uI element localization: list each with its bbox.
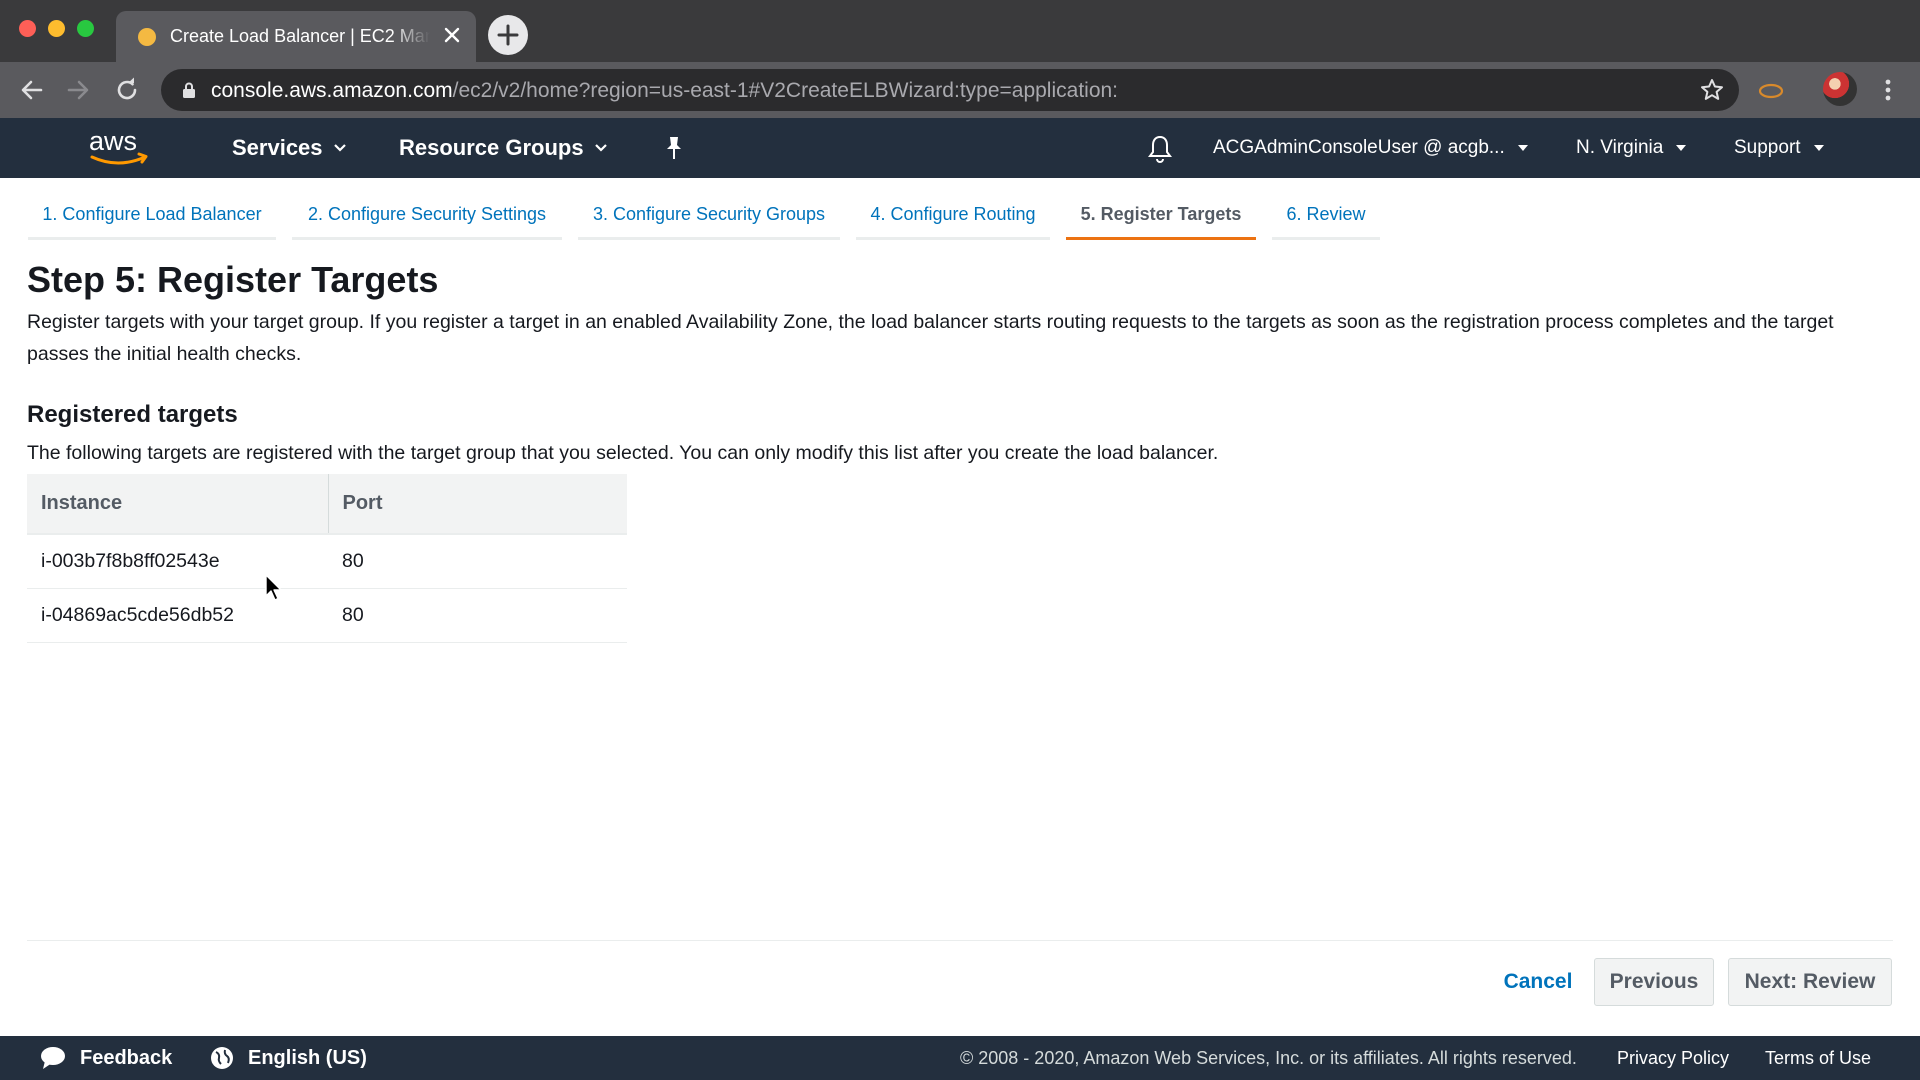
account-label: ACGAdminConsoleUser @ acgb... bbox=[1213, 137, 1505, 158]
registered-targets-description: The following targets are registered wit… bbox=[27, 442, 1219, 464]
wizard-step-review[interactable]: 6. Review bbox=[1272, 178, 1380, 240]
feedback-label: Feedback bbox=[80, 1046, 173, 1069]
new-tab-button[interactable] bbox=[488, 15, 528, 55]
pin-icon[interactable] bbox=[662, 135, 686, 161]
close-tab-icon[interactable] bbox=[440, 23, 464, 47]
next-review-button[interactable]: Next: Review bbox=[1728, 958, 1892, 1006]
chevron-down-icon bbox=[594, 144, 607, 152]
wizard-step-configure-security-settings[interactable]: 2. Configure Security Settings bbox=[292, 178, 562, 240]
address-bar[interactable]: console.aws.amazon.com/ec2/v2/home?regio… bbox=[161, 69, 1739, 111]
wizard-steps: 1. Configure Load Balancer 2. Configure … bbox=[0, 178, 1920, 240]
wizard-step-configure-security-groups[interactable]: 3. Configure Security Groups bbox=[578, 178, 840, 240]
services-label: Services bbox=[232, 135, 323, 160]
table-row: i-003b7f8b8ff02543e 80 bbox=[27, 534, 627, 589]
back-arrow-icon[interactable] bbox=[18, 76, 46, 104]
browser-tab-active[interactable]: Create Load Balancer | EC2 Management Co… bbox=[116, 11, 476, 62]
page-description: Register targets with your target group.… bbox=[27, 311, 1834, 365]
support-menu[interactable]: Support bbox=[1734, 118, 1825, 178]
column-header-port[interactable]: Port bbox=[328, 474, 627, 535]
column-header-instance[interactable]: Instance bbox=[27, 474, 329, 535]
chevron-down-icon bbox=[333, 144, 346, 152]
window-maximize-button[interactable] bbox=[77, 20, 94, 37]
profile-avatar[interactable] bbox=[1823, 72, 1857, 106]
forward-arrow-icon[interactable] bbox=[64, 76, 92, 104]
url-path: /ec2/v2/home?region=us-east-1#V2CreateEL… bbox=[452, 79, 1119, 102]
aws-favicon-icon bbox=[138, 28, 156, 46]
svg-text:aws: aws bbox=[89, 126, 137, 156]
wizard-step-register-targets[interactable]: 5. Register Targets bbox=[1066, 178, 1256, 240]
window-minimize-button[interactable] bbox=[48, 20, 65, 37]
wizard-step-configure-load-balancer[interactable]: 1. Configure Load Balancer bbox=[28, 178, 276, 240]
privacy-policy-link[interactable]: Privacy Policy bbox=[1617, 1036, 1729, 1080]
console-footer: Feedback English (US) © 2008 - 2020, Ama… bbox=[0, 1036, 1920, 1080]
browser-menu-icon[interactable] bbox=[1878, 75, 1898, 105]
url-text: console.aws.amazon.com/ec2/v2/home?regio… bbox=[211, 79, 1118, 103]
extension-cloud-icon[interactable] bbox=[1758, 79, 1784, 101]
resource-groups-label: Resource Groups bbox=[399, 135, 584, 160]
port-cell: 80 bbox=[328, 534, 627, 589]
chevron-down-icon bbox=[1517, 144, 1528, 151]
support-label: Support bbox=[1734, 137, 1801, 158]
table-header-row: Instance Port bbox=[27, 474, 627, 535]
cancel-button[interactable]: Cancel bbox=[1490, 958, 1586, 1006]
language-label: English (US) bbox=[248, 1046, 367, 1069]
previous-button[interactable]: Previous bbox=[1594, 958, 1714, 1006]
mouse-pointer-icon bbox=[265, 574, 282, 601]
browser-tab-title: Create Load Balancer | EC2 Management Co… bbox=[170, 26, 430, 46]
notification-bell-icon[interactable] bbox=[1146, 134, 1174, 164]
registered-targets-heading: Registered targets bbox=[27, 401, 238, 428]
region-label: N. Virginia bbox=[1576, 137, 1664, 158]
lock-icon bbox=[183, 82, 195, 98]
chevron-down-icon bbox=[1676, 144, 1687, 151]
services-menu[interactable]: Services bbox=[232, 118, 347, 178]
account-menu[interactable]: ACGAdminConsoleUser @ acgb... bbox=[1213, 118, 1529, 178]
window-close-button[interactable] bbox=[19, 20, 36, 37]
terms-of-use-link[interactable]: Terms of Use bbox=[1765, 1036, 1871, 1080]
chevron-down-icon bbox=[1813, 144, 1824, 151]
reload-icon[interactable] bbox=[113, 76, 141, 104]
registered-targets-table: Instance Port i-003b7f8b8ff02543e 80 i-0… bbox=[27, 474, 627, 643]
region-menu[interactable]: N. Virginia bbox=[1576, 118, 1687, 178]
speech-bubble-icon bbox=[41, 1047, 65, 1069]
aws-top-nav: aws Services Resource Groups ACGAdminCon… bbox=[0, 118, 1920, 178]
actions-divider bbox=[27, 940, 1893, 941]
browser-tab-strip: Create Load Balancer | EC2 Management Co… bbox=[0, 0, 1920, 62]
port-cell: 80 bbox=[328, 588, 627, 643]
copyright-text: © 2008 - 2020, Amazon Web Services, Inc.… bbox=[960, 1047, 1577, 1068]
url-host: console.aws.amazon.com bbox=[211, 79, 453, 102]
wizard-step-configure-routing[interactable]: 4. Configure Routing bbox=[856, 178, 1050, 240]
resource-groups-menu[interactable]: Resource Groups bbox=[399, 118, 608, 178]
bookmark-star-icon[interactable] bbox=[1699, 77, 1725, 103]
aws-logo-icon[interactable]: aws bbox=[87, 126, 153, 170]
language-selector[interactable]: English (US) bbox=[210, 1036, 367, 1080]
plus-icon bbox=[497, 24, 519, 46]
globe-icon bbox=[211, 1047, 233, 1069]
table-row: i-04869ac5cde56db52 80 bbox=[27, 588, 627, 643]
feedback-link[interactable]: Feedback bbox=[40, 1036, 172, 1080]
browser-toolbar: console.aws.amazon.com/ec2/v2/home?regio… bbox=[0, 62, 1920, 118]
main-content: Step 5: Register Targets Register target… bbox=[27, 258, 1897, 643]
page-title: Step 5: Register Targets bbox=[27, 259, 439, 300]
